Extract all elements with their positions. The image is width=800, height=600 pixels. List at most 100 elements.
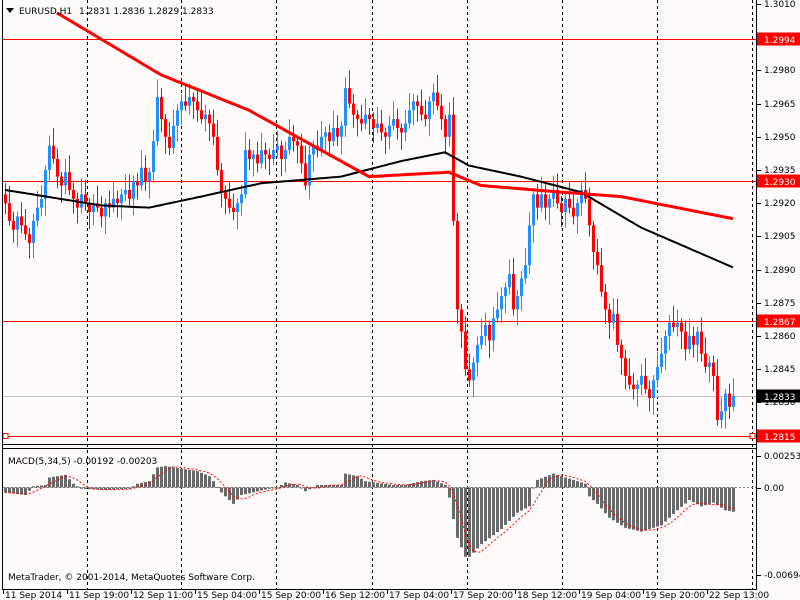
macd-histogram-bar xyxy=(360,478,363,488)
macd-histogram-bar xyxy=(400,484,403,488)
macd-histogram-bar xyxy=(688,487,691,501)
candle-body xyxy=(120,194,123,204)
candle-body xyxy=(180,101,183,111)
macd-histogram-bar xyxy=(536,479,539,488)
candle-body xyxy=(380,123,383,133)
price-tick-label: 1.2920 xyxy=(764,199,796,209)
candle-body xyxy=(236,203,239,213)
price-chart[interactable]: 1.30101.29801.29651.29501.29351.29201.29… xyxy=(0,0,800,600)
candle-body xyxy=(68,172,71,190)
macd-histogram-bar xyxy=(732,487,735,512)
candle-body xyxy=(20,216,23,226)
time-label: 15 Sep 20:00 xyxy=(261,591,321,600)
chart-header: EURUSD,H1 1.2831 1.2836 1.2829 1.2833 xyxy=(6,7,214,17)
candle-body xyxy=(488,324,491,341)
macd-histogram-bar xyxy=(500,487,503,530)
macd-histogram-bar xyxy=(192,470,195,488)
candle-body xyxy=(132,181,135,199)
candle-body xyxy=(544,194,547,208)
price-level-label: 1.2815 xyxy=(764,433,796,443)
macd-histogram-bar xyxy=(276,487,279,489)
macd-histogram-bar xyxy=(36,485,39,488)
macd-tick-label: 0.00253 xyxy=(764,452,800,462)
price-tick-label: 1.2905 xyxy=(764,232,796,242)
macd-histogram-bar xyxy=(316,484,319,488)
candle-body xyxy=(472,362,475,381)
macd-histogram-bar xyxy=(496,487,499,533)
macd-histogram-bar xyxy=(208,476,211,488)
candle-body xyxy=(404,123,407,133)
macd-histogram-bar xyxy=(636,487,639,531)
macd-histogram-bar xyxy=(76,486,79,488)
candle-body xyxy=(240,194,243,204)
candle-body xyxy=(224,192,227,199)
macd-histogram-bar xyxy=(488,487,491,539)
macd-histogram-bar xyxy=(4,487,7,493)
candle-body xyxy=(368,114,371,120)
macd-histogram-bar xyxy=(116,487,119,490)
candle-body xyxy=(212,123,215,137)
bid-label: 1.2833 xyxy=(764,393,796,403)
candle-body xyxy=(448,114,451,137)
candle-body xyxy=(464,331,467,370)
macd-histogram-bar xyxy=(476,487,479,549)
price-level-label: 1.2930 xyxy=(764,178,796,188)
macd-histogram-bar xyxy=(576,481,579,488)
candle-body xyxy=(352,103,355,115)
macd-histogram-bar xyxy=(56,476,59,488)
candle-body xyxy=(292,136,295,142)
candle-body xyxy=(388,125,391,137)
macd-histogram-bar xyxy=(652,487,655,528)
candle-body xyxy=(296,141,299,146)
candle-body xyxy=(496,309,499,319)
candle-body xyxy=(344,88,347,126)
candle-body xyxy=(420,105,423,115)
candle-body xyxy=(164,119,167,137)
macd-histogram-bar xyxy=(544,476,547,488)
macd-histogram-bar xyxy=(712,487,715,503)
candle-body xyxy=(48,145,51,170)
candle-body xyxy=(176,110,179,126)
macd-histogram-bar xyxy=(260,487,263,491)
price-tick-label: 1.2860 xyxy=(764,332,796,342)
macd-histogram-bar xyxy=(656,487,659,527)
candle-body xyxy=(628,375,631,385)
macd-histogram-bar xyxy=(660,487,663,526)
macd-histogram-bar xyxy=(716,487,719,506)
candle-body xyxy=(572,207,575,217)
candle-body xyxy=(152,141,155,173)
price-tick-label: 1.2950 xyxy=(764,133,796,143)
macd-histogram-bar xyxy=(188,469,191,488)
candle-body xyxy=(336,127,339,137)
macd-histogram-bar xyxy=(120,487,123,490)
macd-histogram-bar xyxy=(584,483,587,488)
macd-histogram-bar xyxy=(204,474,207,488)
candle-body xyxy=(308,154,311,186)
candle-body xyxy=(468,369,471,381)
candle-body xyxy=(304,163,307,186)
candle-body xyxy=(688,336,691,350)
candle-body xyxy=(392,119,395,126)
candle-body xyxy=(540,194,543,208)
macd-histogram-bar xyxy=(200,472,203,488)
macd-histogram-bar xyxy=(236,487,239,500)
price-tick-label: 1.2980 xyxy=(764,66,796,76)
candle-body xyxy=(656,366,659,381)
candle-body xyxy=(444,119,447,137)
candle-body xyxy=(372,119,375,128)
macd-histogram-bar xyxy=(532,487,535,489)
candle-body xyxy=(128,189,131,199)
time-label: 19 Sep 04:00 xyxy=(581,591,641,600)
macd-histogram-bar xyxy=(172,467,175,488)
candle-body xyxy=(332,127,335,142)
candle-body xyxy=(168,136,171,148)
candle-body xyxy=(232,207,235,213)
candle-body xyxy=(328,132,331,142)
candle-body xyxy=(624,358,627,376)
macd-histogram-bar xyxy=(644,487,647,531)
time-label: 18 Sep 12:00 xyxy=(517,591,577,600)
candle-body xyxy=(548,198,551,208)
macd-histogram-bar xyxy=(352,475,355,488)
macd-histogram-bar xyxy=(344,473,347,488)
candle-body xyxy=(452,114,455,221)
